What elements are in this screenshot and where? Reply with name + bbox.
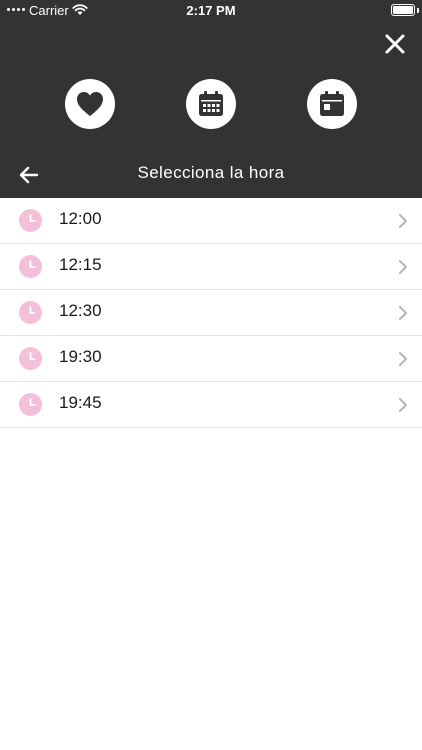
chevron-right-icon xyxy=(399,260,407,274)
time-slot-label: 12:00 xyxy=(59,209,102,228)
favorites-button[interactable] xyxy=(65,79,115,129)
close-icon[interactable] xyxy=(382,31,408,57)
chevron-right-icon xyxy=(399,306,407,320)
chevron-right-icon xyxy=(399,352,407,366)
clock-icon xyxy=(19,301,42,324)
battery-tip xyxy=(417,8,419,13)
time-slot-label: 12:30 xyxy=(59,301,102,320)
calendar-button[interactable] xyxy=(186,79,236,129)
chevron-right-icon xyxy=(399,214,407,228)
status-bar: Carrier 2:17 PM xyxy=(0,0,422,22)
status-time: 2:17 PM xyxy=(186,3,236,18)
time-slot-label: 12:15 xyxy=(59,255,102,274)
time-slot-row[interactable]: 19:45 xyxy=(0,382,422,428)
time-slot-row[interactable]: 12:00 xyxy=(0,198,422,244)
time-slot-row[interactable]: 12:15 xyxy=(0,244,422,290)
clock-icon xyxy=(19,393,42,416)
time-slot-list: 12:00 12:15 12:30 19:30 19:45 xyxy=(0,198,422,428)
day-view-button[interactable] xyxy=(307,79,357,129)
time-slot-row[interactable]: 12:30 xyxy=(0,290,422,336)
header-bar: Carrier 2:17 PM Selecciona la hora xyxy=(0,0,422,198)
calendar-icon xyxy=(199,91,223,116)
calendar-day-icon xyxy=(320,91,344,116)
clock-icon xyxy=(19,209,42,232)
chevron-right-icon xyxy=(399,398,407,412)
time-slot-row[interactable]: 19:30 xyxy=(0,336,422,382)
time-slot-label: 19:45 xyxy=(59,393,102,412)
time-slot-label: 19:30 xyxy=(59,347,102,366)
page-title: Selecciona la hora xyxy=(137,163,285,182)
clock-icon xyxy=(19,347,42,370)
battery-icon xyxy=(391,4,415,16)
heart-icon xyxy=(77,92,103,116)
clock-icon xyxy=(19,255,42,278)
